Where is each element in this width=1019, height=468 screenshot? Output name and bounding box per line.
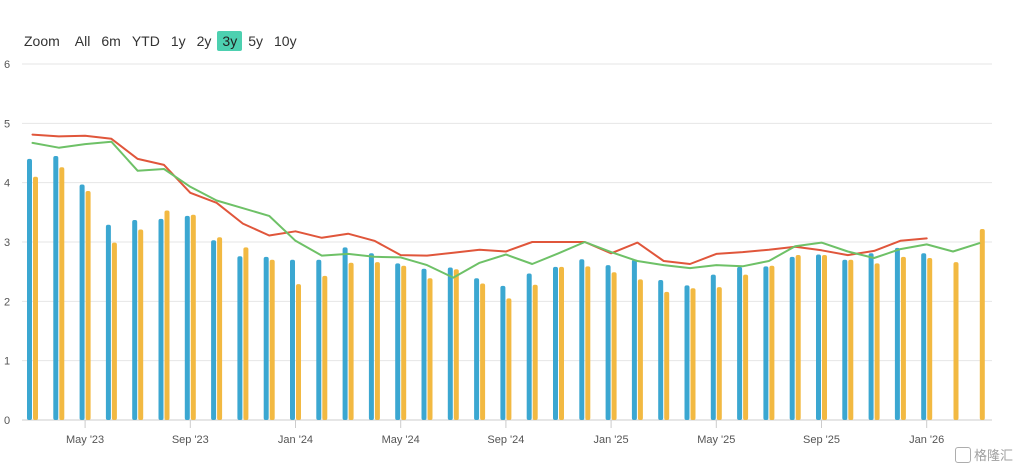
x-tick-label: Jan '26	[909, 434, 944, 446]
bar-series-2	[664, 291, 670, 420]
bar-series-2	[979, 228, 985, 420]
bar-series-2	[322, 275, 328, 420]
bar-series-1	[868, 253, 874, 420]
bar-series-2	[743, 274, 749, 420]
y-tick-label: 2	[4, 296, 10, 308]
bar-series-2	[637, 279, 643, 420]
bar-series-2	[480, 283, 486, 420]
bar-series-2	[506, 298, 512, 420]
bar-series-2	[611, 272, 617, 420]
bar-series-1	[211, 240, 217, 420]
bar-series-2	[33, 176, 38, 420]
bar-series-2	[427, 278, 433, 420]
bar-series-1	[763, 266, 769, 420]
x-tick-label: Jan '24	[278, 434, 313, 446]
bar-series-2	[85, 190, 91, 420]
x-tick-label: Sep '25	[803, 434, 840, 446]
bar-series-2	[453, 269, 459, 420]
bar-series-1	[553, 266, 558, 420]
bar-series-1	[447, 267, 453, 420]
watermark-logo-icon	[954, 446, 971, 463]
y-tick-label: 6	[4, 59, 10, 71]
bar-series-2	[532, 284, 538, 420]
bar-series-2	[296, 284, 301, 420]
bar-series-2	[111, 242, 117, 420]
x-tick-label: Sep '24	[487, 434, 524, 446]
bar-series-2	[716, 287, 722, 420]
bar-series-1	[290, 259, 295, 420]
bar-series-1	[631, 259, 637, 420]
bar-series-2	[585, 266, 591, 420]
bar-series-2	[927, 258, 933, 420]
bar-series-1	[342, 247, 348, 420]
bar-series-2	[769, 265, 775, 420]
x-tick-label: May '24	[382, 434, 420, 446]
bar-series-2	[900, 256, 906, 420]
bar-series-2	[164, 210, 170, 420]
x-tick-label: Sep '23	[172, 434, 209, 446]
x-tick-label: Jan '25	[594, 434, 629, 446]
bar-series-2	[138, 229, 144, 420]
bar-series-1	[79, 184, 85, 420]
y-tick-label: 1	[4, 356, 10, 368]
bar-series-1	[184, 215, 190, 420]
bar-series-1	[658, 279, 664, 420]
bar-series-1	[921, 253, 927, 420]
bar-series-1	[53, 155, 59, 420]
y-tick-label: 4	[4, 178, 10, 190]
bar-series-1	[316, 259, 322, 420]
bar-series-2	[822, 255, 827, 420]
bar-series-1	[474, 278, 480, 420]
bar-series-1	[132, 220, 138, 420]
bar-series-1	[579, 259, 585, 420]
bar-series-2	[795, 255, 801, 420]
bar-series-2	[243, 247, 249, 420]
bar-series-1	[684, 285, 690, 420]
watermark: 格隆汇	[954, 445, 1013, 464]
watermark-text: 格隆汇	[973, 448, 1013, 463]
bar-series-1	[27, 158, 32, 420]
bar-series-1	[710, 274, 716, 420]
bar-series-2	[848, 259, 854, 420]
y-tick-label: 0	[4, 415, 10, 427]
bar-series-2	[217, 237, 223, 420]
line-series-4	[31, 140, 981, 279]
bar-series-2	[269, 259, 275, 420]
chart-area: 0 1 2 3 4 5 6 May '23 Sep '23 Jan '24 May '24 Sep '…	[4, 59, 992, 446]
bar-series-1	[842, 259, 848, 420]
bar-series-1	[395, 263, 401, 420]
bar-series-1	[237, 256, 243, 420]
bar-series-1	[500, 285, 506, 420]
x-tick-label: May '25	[697, 434, 735, 446]
bar-series-2	[374, 262, 380, 420]
bar-series-1	[789, 256, 795, 420]
bar-series-1	[605, 265, 611, 420]
bar-series-2	[190, 214, 196, 420]
bar-series-2	[401, 265, 407, 420]
bar-series-1	[263, 256, 269, 420]
bar-series-1	[737, 266, 743, 420]
bar-series-2	[559, 266, 564, 420]
bar-series-1	[105, 224, 111, 420]
bar-series-2	[59, 167, 65, 420]
bar-series-1	[816, 254, 821, 420]
bar-series-1	[894, 247, 900, 420]
bar-series-1	[158, 218, 164, 420]
bar-series-1	[421, 268, 427, 420]
bar-series-2	[690, 288, 696, 420]
bar-series-1	[368, 253, 374, 420]
y-tick-label: 5	[4, 118, 10, 130]
bar-series-2	[348, 262, 354, 420]
bar-series-2	[874, 263, 880, 420]
x-tick-label: May '23	[66, 434, 104, 446]
bar-series-2	[953, 262, 959, 420]
y-tick-label: 3	[4, 237, 10, 249]
bar-series-1	[526, 273, 532, 420]
